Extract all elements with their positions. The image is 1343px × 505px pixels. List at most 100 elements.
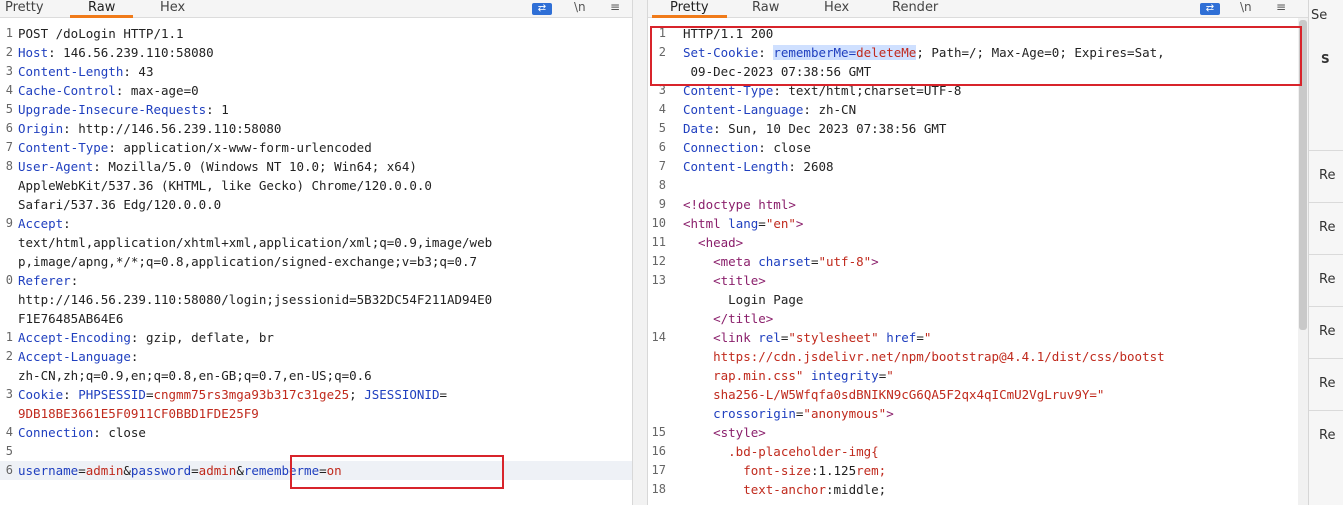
response-pane[interactable]: Pretty Raw Hex Render ⇄ \n ≡ 1 HTTP/1.1 2… xyxy=(648,0,1308,505)
code-line[interactable]: 10 <html lang="en"> xyxy=(648,214,1308,233)
response-editor[interactable]: 1 HTTP/1.1 200 2 Set-Cookie: rememberMe=del… xyxy=(648,24,1308,499)
code-line[interactable]: 9 <!doctype html> xyxy=(648,195,1308,214)
newline-toggle-button[interactable]: \n xyxy=(574,0,586,14)
code-line[interactable]: 14 <link rel="stylesheet" href=" xyxy=(648,328,1308,347)
code-line[interactable]: p,image/apng,*/*;q=0.8,application/signe… xyxy=(0,252,632,271)
menu-icon[interactable]: ≡ xyxy=(1276,0,1286,14)
code-line[interactable]: 09-Dec-2023 07:38:56 GMT xyxy=(648,62,1308,81)
response-scrollbar[interactable] xyxy=(1298,18,1308,505)
code-line[interactable]: 5 Date: Sun, 10 Dec 2023 07:38:56 GMT xyxy=(648,119,1308,138)
code-line[interactable]: Login Page xyxy=(648,290,1308,309)
code-line[interactable]: rap.min.css" integrity=" xyxy=(648,366,1308,385)
line-number: 6 xyxy=(5,463,13,477)
request-editor[interactable]: 1 POST /doLogin HTTP/1.1 2 Host: 146.56.239… xyxy=(0,24,632,480)
code-line[interactable]: 18 text-anchor:middle; xyxy=(648,480,1308,499)
code-line[interactable]: 1 POST /doLogin HTTP/1.1 xyxy=(0,24,632,43)
code-line[interactable]: 16 .bd-placeholder-img{ xyxy=(648,442,1308,461)
header-colon: : xyxy=(123,64,131,79)
code-line[interactable]: 13 <title> xyxy=(648,271,1308,290)
line-content: zh-CN,zh;q=0.9,en;q=0.8,en-GB;q=0.7,en-U… xyxy=(18,366,372,385)
code-line[interactable]: 4 Connection: close xyxy=(0,423,632,442)
code-line[interactable]: 4 Cache-Control: max-age=0 xyxy=(0,81,632,100)
code-line[interactable]: 2 Accept-Language: xyxy=(0,347,632,366)
code-line[interactable]: 9DB18BE3661E5F0911CF0BBD1FDE25F9 xyxy=(0,404,632,423)
code-line[interactable]: 1 HTTP/1.1 200 xyxy=(648,24,1308,43)
code-line[interactable]: https://cdn.jsdelivr.net/npm/bootstrap@4… xyxy=(648,347,1308,366)
code-line[interactable]: F1E76485AB64E6 xyxy=(0,309,632,328)
code-line[interactable]: 7 Content-Type: application/x-www-form-ur… xyxy=(0,138,632,157)
side-item-row[interactable]: Re xyxy=(1319,168,1335,183)
header-value: 2608 xyxy=(795,159,834,174)
side-item-row[interactable]: Re xyxy=(1319,272,1335,287)
header-name: Date xyxy=(683,121,714,136)
code-line[interactable]: 8 xyxy=(648,176,1308,195)
punct: : xyxy=(758,45,774,60)
header-colon: : xyxy=(93,159,101,174)
line-content: Content-Length: 2608 xyxy=(683,157,834,176)
header-name: Content-Length xyxy=(18,64,124,79)
line-content: rap.min.css" integrity=" xyxy=(683,366,894,385)
code-line[interactable]: zh-CN,zh;q=0.9,en;q=0.8,en-GB;q=0.7,en-U… xyxy=(0,366,632,385)
line-number: 6 xyxy=(658,140,666,154)
tab-raw[interactable]: Raw xyxy=(70,0,134,18)
code-line[interactable]: 6 username=admin&password=admin&rememberm… xyxy=(0,461,632,480)
side-item-row[interactable]: Re xyxy=(1319,428,1335,443)
line-content: Cookie: PHPSESSID = cngmm75rs3mga93b317c31… xyxy=(18,385,447,404)
line-content: Safari/537.36 Edg/120.0.0.0 xyxy=(18,195,221,214)
code-line[interactable]: 8 User-Agent: Mozilla/5.0 (Windows NT 10.… xyxy=(0,157,632,176)
code-line[interactable]: 12 <meta charset="utf-8"> xyxy=(648,252,1308,271)
html-attr-value: "stylesheet" xyxy=(788,330,879,345)
code-line[interactable]: 2 Set-Cookie: rememberMe=deleteMe; Path=/… xyxy=(648,43,1308,62)
code-line[interactable]: Safari/537.36 Edg/120.0.0.0 xyxy=(0,195,632,214)
wrap-toggle-button[interactable]: ⇄ xyxy=(532,0,552,15)
tab-hex[interactable]: Hex xyxy=(824,0,849,15)
menu-icon[interactable]: ≡ xyxy=(610,0,620,14)
code-line[interactable]: 4 Content-Language: zh-CN xyxy=(648,100,1308,119)
code-line[interactable]: 7 Content-Length: 2608 xyxy=(648,157,1308,176)
code-line[interactable]: http://146.56.239.110:58080/login;jsessi… xyxy=(0,290,632,309)
code-line[interactable]: 6 Connection: close xyxy=(648,138,1308,157)
side-item-row[interactable]: Re xyxy=(1319,324,1335,339)
code-line[interactable]: text/html,application/xhtml+xml,applicat… xyxy=(0,233,632,252)
side-item-row[interactable]: Re xyxy=(1319,220,1335,235)
code-line[interactable]: </title> xyxy=(648,309,1308,328)
code-line[interactable]: 0 Referer: xyxy=(0,271,632,290)
header-name: Content-Type xyxy=(683,83,774,98)
code-line[interactable]: 5 xyxy=(0,442,632,461)
tab-pretty[interactable]: Pretty xyxy=(652,0,727,18)
code-line[interactable]: sha256-L/W5Wfqfa0sdBNIKN9cG6QA5F2qx4qICm… xyxy=(648,385,1308,404)
line-content: Referer: xyxy=(18,271,78,290)
request-pane[interactable]: Pretty Raw Hex ⇄ \n ≡ 1 POST /doLogin HTT… xyxy=(0,0,632,505)
code-line[interactable]: crossorigin="anonymous"> xyxy=(648,404,1308,423)
tab-pretty[interactable]: Pretty xyxy=(5,0,44,15)
code-line[interactable]: 6 Origin: http://146.56.239.110:58080 xyxy=(0,119,632,138)
code-line[interactable]: 3 Content-Type: text/html;charset=UTF-8 xyxy=(648,81,1308,100)
tab-raw[interactable]: Raw xyxy=(752,0,779,15)
line-content: Connection: close xyxy=(683,138,811,157)
line-number: 12 xyxy=(651,254,666,268)
code-line[interactable]: 5 Upgrade-Insecure-Requests: 1 xyxy=(0,100,632,119)
code-line[interactable]: 17 font-size:1.125rem; xyxy=(648,461,1308,480)
side-item-row[interactable]: Re xyxy=(1319,376,1335,391)
code-line[interactable]: 2 Host: 146.56.239.110:58080 xyxy=(0,43,632,62)
code-line[interactable]: 9 Accept: xyxy=(0,214,632,233)
code-line[interactable]: 3 Cookie: PHPSESSID = cngmm75rs3mga93b317c3… xyxy=(0,385,632,404)
header-value: Sun, 10 Dec 2023 07:38:56 GMT xyxy=(720,121,947,136)
code-line[interactable]: 1 Accept-Encoding: gzip, deflate, br xyxy=(0,328,632,347)
code-line[interactable]: 3 Content-Length: 43 xyxy=(0,62,632,81)
header-value: close xyxy=(765,140,811,155)
html-tag: > xyxy=(871,254,879,269)
code-line[interactable]: 15 <style> xyxy=(648,423,1308,442)
scrollbar-thumb[interactable] xyxy=(1299,20,1307,330)
code-line[interactable]: AppleWebKit/537.36 (KHTML, like Gecko) C… xyxy=(0,176,632,195)
line-number: 9 xyxy=(658,197,666,211)
wrap-toggle-button[interactable]: ⇄ xyxy=(1200,0,1220,15)
header-name: Connection xyxy=(683,140,759,155)
code-line[interactable]: 11 <head> xyxy=(648,233,1308,252)
pane-divider[interactable] xyxy=(632,0,648,505)
tab-hex[interactable]: Hex xyxy=(160,0,185,15)
tab-render[interactable]: Render xyxy=(892,0,938,15)
line-content: <html lang="en"> xyxy=(683,214,803,233)
line-content: Accept: xyxy=(18,214,71,233)
newline-toggle-button[interactable]: \n xyxy=(1240,0,1252,14)
